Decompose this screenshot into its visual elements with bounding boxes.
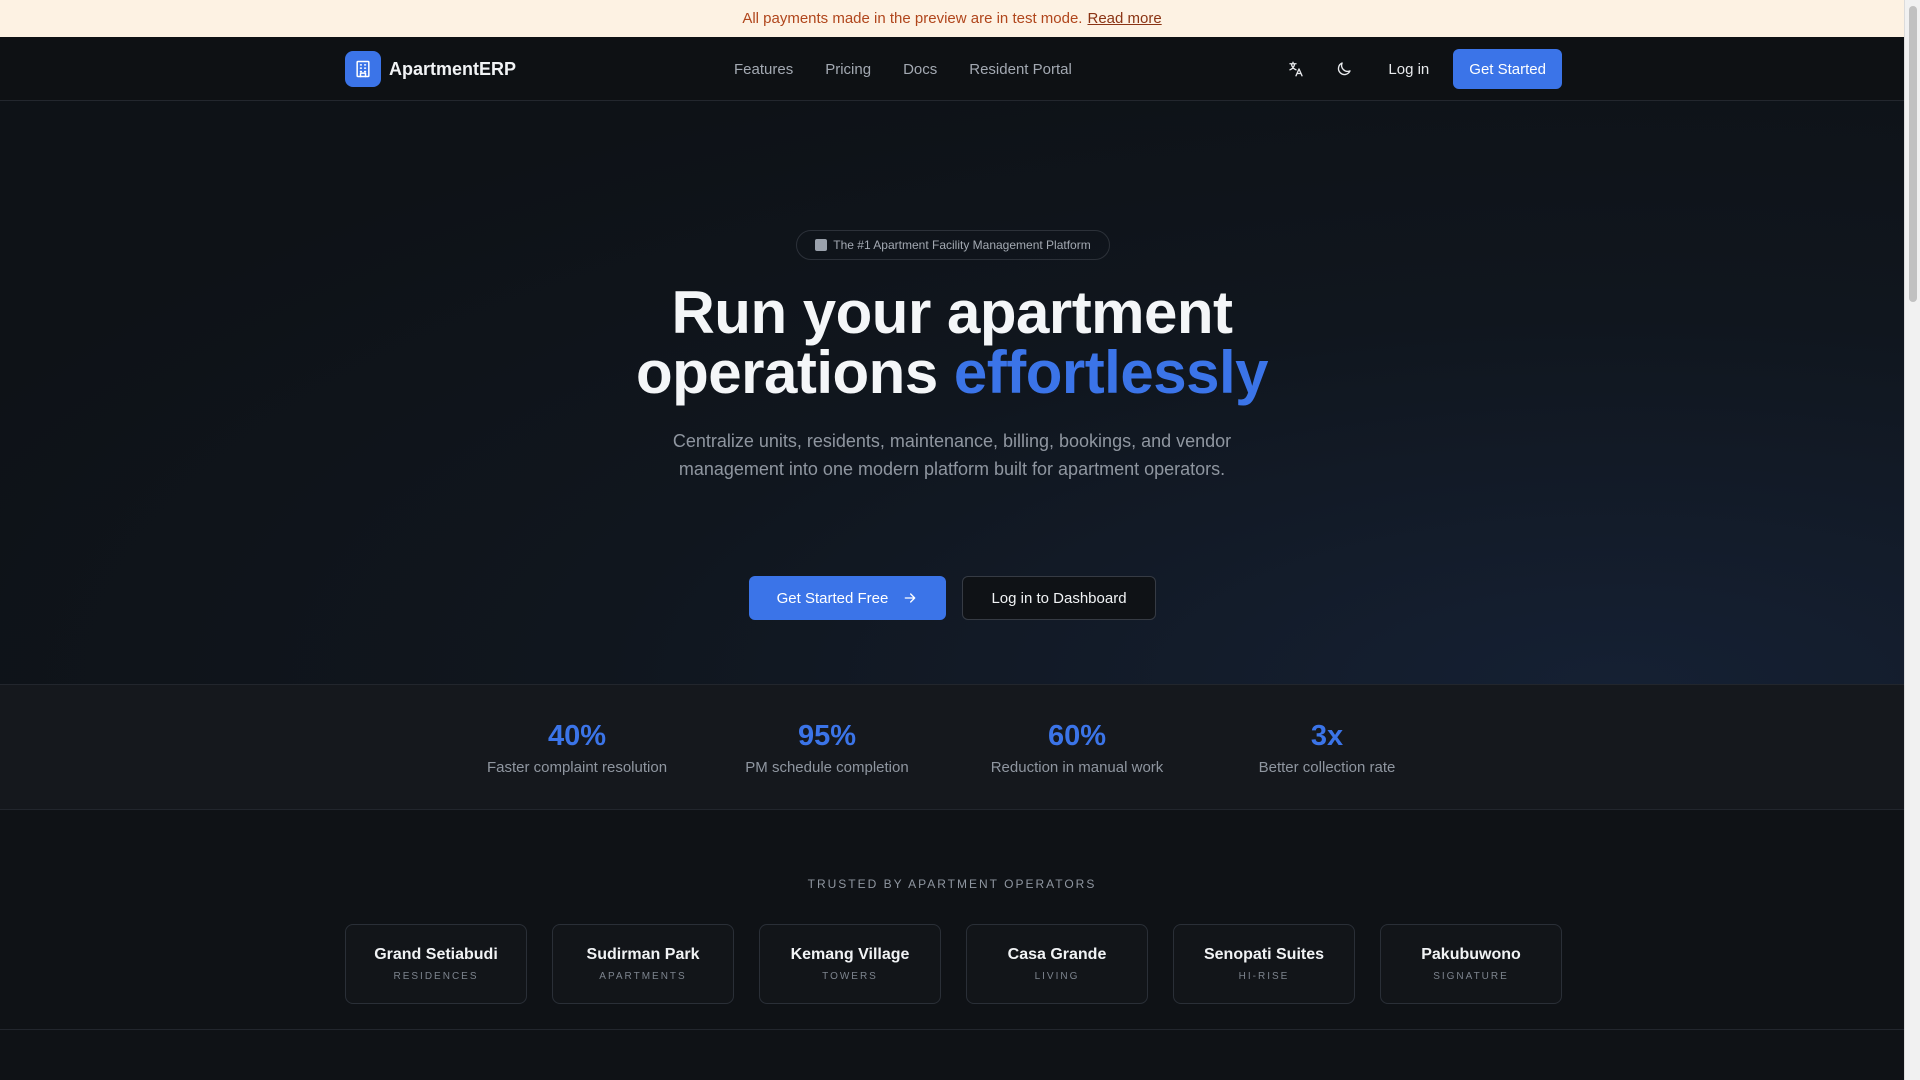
hero-title: Run your apartment operations effortless… xyxy=(0,283,1904,403)
operator-name: Senopati Suites xyxy=(1203,946,1325,963)
read-more-link[interactable]: Read more xyxy=(1087,10,1161,27)
stat-label: Faster complaint resolution xyxy=(486,759,668,776)
main-nav: Features Pricing Docs Resident Portal xyxy=(734,37,1072,101)
operator-type: RESIDENCES xyxy=(393,971,479,982)
stat-label: Reduction in manual work xyxy=(990,759,1164,776)
operator-card: Senopati Suites HI-RISE xyxy=(1173,924,1355,1004)
hero-section: The #1 Apartment Facility Management Pla… xyxy=(0,101,1904,685)
stat-value: 95% xyxy=(797,720,857,752)
test-mode-banner: All payments made in the preview are in … xyxy=(0,0,1904,37)
login-link[interactable]: Log in xyxy=(1388,61,1429,78)
stat-value: 40% xyxy=(547,720,607,752)
hero-subtitle: Centralize units, residents, maintenance… xyxy=(672,431,1232,479)
operator-card: Casa Grande LIVING xyxy=(966,924,1148,1004)
hero-title-line1: Run your apartment xyxy=(671,279,1233,346)
arrow-right-icon xyxy=(905,593,916,603)
nav-link-pricing[interactable]: Pricing xyxy=(825,61,871,78)
building-emoji-icon xyxy=(815,239,828,251)
building-icon xyxy=(345,51,381,87)
operator-type: LIVING xyxy=(1034,971,1080,982)
section-divider xyxy=(0,1029,1904,1030)
stat-item: 95% PM schedule completion xyxy=(717,719,937,776)
operator-name: Grand Setiabudi xyxy=(374,946,498,963)
nav-link-docs[interactable]: Docs xyxy=(903,61,937,78)
get-started-button[interactable]: Get Started xyxy=(1453,49,1562,89)
get-started-free-label: Get Started Free xyxy=(776,589,889,607)
stat-item: 60% Reduction in manual work xyxy=(967,719,1187,776)
stats-section: 40% Faster complaint resolution 95% PM s… xyxy=(0,685,1904,810)
login-dashboard-button[interactable]: Log in to Dashboard xyxy=(962,576,1156,620)
trusted-title: TRUSTED BY APARTMENT OPERATORS xyxy=(807,877,1097,891)
brand-logo[interactable]: ApartmentERP xyxy=(345,51,516,87)
hero-badge: The #1 Apartment Facility Management Pla… xyxy=(796,230,1110,260)
stat-item: 40% Faster complaint resolution xyxy=(467,719,687,776)
operator-type: TOWERS xyxy=(822,971,878,982)
brand-name: ApartmentERP xyxy=(389,58,517,79)
operator-name: Pakubuwono xyxy=(1421,946,1521,963)
top-navigation: ApartmentERP Features Pricing Docs Resid… xyxy=(0,37,1904,101)
operator-cards: Grand Setiabudi RESIDENCES Sudirman Park… xyxy=(345,924,1562,1004)
moon-icon[interactable] xyxy=(1326,51,1362,87)
stat-item: 3x Better collection rate xyxy=(1217,719,1437,776)
trusted-by-section: TRUSTED BY APARTMENT OPERATORS Grand Set… xyxy=(0,810,1904,1080)
nav-link-features[interactable]: Features xyxy=(734,61,793,78)
operator-card: Grand Setiabudi RESIDENCES xyxy=(345,924,527,1004)
scrollbar-thumb[interactable] xyxy=(1909,6,1917,302)
stat-label: Better collection rate xyxy=(1258,759,1396,776)
stat-value: 3x xyxy=(1310,720,1344,752)
page-scrollbar[interactable] xyxy=(1904,0,1920,1080)
banner-text: All payments made in the preview are in … xyxy=(742,10,1083,27)
hero-actions: Get Started Free Log in to Dashboard xyxy=(749,576,1156,620)
stat-value: 60% xyxy=(1047,720,1107,752)
operator-card: Sudirman Park APARTMENTS xyxy=(552,924,734,1004)
operator-name: Sudirman Park xyxy=(586,946,700,963)
operator-card: Kemang Village TOWERS xyxy=(759,924,941,1004)
operator-name: Casa Grande xyxy=(1007,946,1107,963)
nav-link-resident-portal[interactable]: Resident Portal xyxy=(969,61,1072,78)
operator-card: Pakubuwono SIGNATURE xyxy=(1380,924,1562,1004)
landing-page: ApartmentERP Features Pricing Docs Resid… xyxy=(0,37,1904,1080)
stat-label: PM schedule completion xyxy=(745,759,909,776)
operator-type: SIGNATURE xyxy=(1433,971,1509,982)
operator-type: HI-RISE xyxy=(1238,971,1290,982)
get-started-free-button[interactable]: Get Started Free xyxy=(749,576,946,620)
operator-type: APARTMENTS xyxy=(599,971,687,982)
nav-actions: Log in Get Started xyxy=(1278,49,1562,89)
operator-name: Kemang Village xyxy=(790,946,910,963)
hero-title-line2-plain: operations xyxy=(635,339,938,406)
hero-badge-text: The #1 Apartment Facility Management Pla… xyxy=(833,238,1091,252)
translate-icon[interactable] xyxy=(1278,51,1314,87)
hero-title-accent: effortlessly xyxy=(953,339,1269,406)
